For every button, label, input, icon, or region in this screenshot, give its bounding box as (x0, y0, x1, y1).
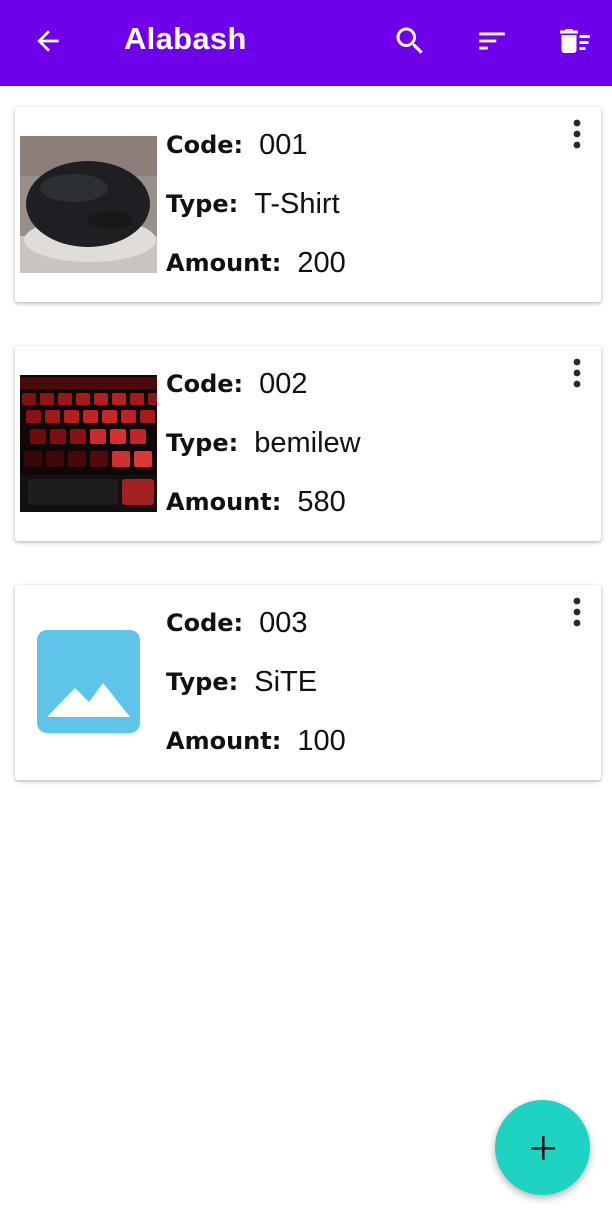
amount-value: 200 (297, 246, 346, 279)
plus-icon (530, 1135, 555, 1160)
search-button[interactable] (382, 13, 438, 69)
app-bar: Alabash (0, 0, 612, 86)
arrow-back-icon (37, 30, 59, 52)
item-card[interactable]: Code: 001 Type: T-Shirt Amount: 200 (15, 107, 601, 302)
type-value: SiTE (254, 665, 318, 698)
code-field: Code: 002 (166, 364, 308, 404)
amount-field: Amount: 200 (166, 243, 346, 283)
code-label: Code: (166, 609, 244, 637)
code-field: Code: 001 (166, 125, 308, 165)
delete-sweep-icon (560, 29, 590, 53)
search-icon (396, 27, 423, 54)
code-label: Code: (166, 370, 244, 398)
amount-label: Amount: (166, 488, 282, 516)
type-label: Type: (166, 190, 239, 218)
more-vert-icon (573, 119, 581, 149)
item-card[interactable]: Code: 003 Type: SiTE Amount: 100 (15, 585, 601, 780)
type-value: T-Shirt (254, 187, 340, 220)
type-field: Type: T-Shirt (166, 184, 340, 224)
amount-field: Amount: 100 (166, 721, 346, 761)
code-value: 003 (259, 606, 308, 639)
code-value: 001 (259, 128, 308, 161)
item-card[interactable]: Code: 002 Type: bemilew Amount: 580 (15, 346, 601, 541)
item-photo (20, 136, 157, 273)
code-value: 002 (259, 367, 308, 400)
amount-value: 100 (297, 724, 346, 757)
image-placeholder-icon (37, 630, 140, 733)
type-label: Type: (166, 429, 239, 457)
more-options-button[interactable] (565, 117, 589, 151)
amount-field: Amount: 580 (166, 482, 346, 522)
sort-button[interactable] (464, 13, 520, 69)
more-vert-icon (573, 358, 581, 388)
amount-label: Amount: (166, 727, 282, 755)
amount-value: 580 (297, 485, 346, 518)
more-options-button[interactable] (565, 356, 589, 390)
type-field: Type: SiTE (166, 662, 317, 702)
type-field: Type: bemilew (166, 423, 361, 463)
code-label: Code: (166, 131, 244, 159)
sort-icon (479, 32, 505, 50)
delete-all-button[interactable] (547, 13, 603, 69)
type-value: bemilew (254, 426, 361, 459)
type-label: Type: (166, 668, 239, 696)
app-title: Alabash (124, 21, 247, 56)
code-field: Code: 003 (166, 603, 308, 643)
more-options-button[interactable] (565, 595, 589, 629)
add-item-button[interactable] (495, 1100, 590, 1195)
item-photo (20, 375, 157, 512)
amount-label: Amount: (166, 249, 282, 277)
more-vert-icon (573, 597, 581, 627)
back-button[interactable] (20, 13, 76, 69)
